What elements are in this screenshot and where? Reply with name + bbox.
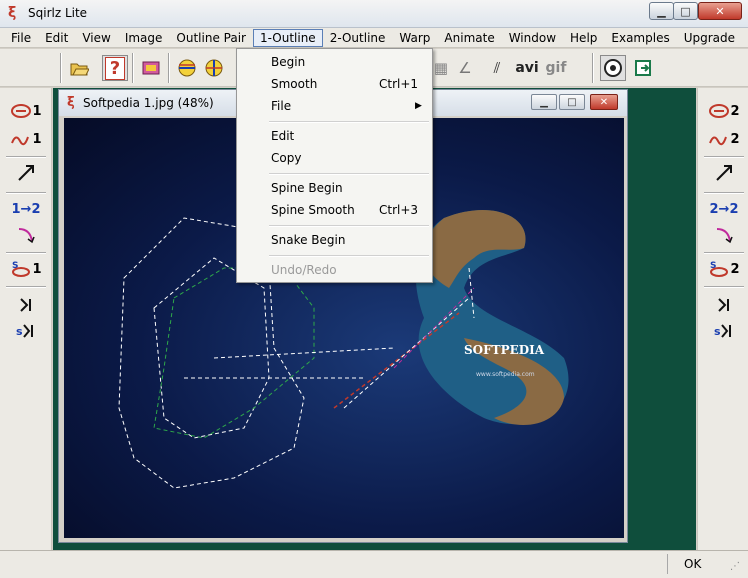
skip-next-icon[interactable] <box>706 294 742 316</box>
transfer-1-2-button[interactable]: 1→2 <box>8 198 44 220</box>
image-close-button[interactable]: ✕ <box>590 94 618 110</box>
image-window-icon: ξ <box>67 95 75 110</box>
sidebar-separator <box>704 252 744 253</box>
snake-2-button[interactable]: S 2 <box>706 258 742 280</box>
title-bar: ξ Sqirlz Lite ▁ □ ✕ <box>0 0 748 28</box>
resize-grip-icon[interactable]: ⋰ <box>730 561 742 573</box>
sidebar-separator <box>704 192 744 193</box>
toolbar-separator <box>60 53 61 83</box>
curve-1-button[interactable]: 1 <box>8 128 44 150</box>
skip-next-icon[interactable] <box>8 294 44 316</box>
menu-item-spine-begin[interactable]: Spine Begin <box>237 177 432 199</box>
menu-item-snake-begin[interactable]: Snake Begin <box>237 229 432 251</box>
snake-1-label: 1 <box>32 261 42 277</box>
menu-animate[interactable]: Animate <box>437 29 501 47</box>
menu-view[interactable]: View <box>75 29 117 47</box>
image-window-title: Softpedia 1.jpg (48%) <box>83 96 214 110</box>
menu-item-undo-redo: Undo/Redo <box>271 263 337 277</box>
app-title: Sqirlz Lite <box>28 6 88 20</box>
open-folder-icon[interactable] <box>66 55 92 81</box>
maximize-button[interactable]: □ <box>673 2 698 20</box>
menu-file[interactable]: File <box>4 29 38 47</box>
app-logo-icon: ξ <box>8 5 17 21</box>
menu-help[interactable]: Help <box>563 29 604 47</box>
transfer-2-2-button[interactable]: 2→2 <box>706 198 742 220</box>
toolbar-separator <box>592 53 593 83</box>
snake-2-label: 2 <box>730 261 740 277</box>
avi-export-button[interactable]: avi <box>514 55 540 81</box>
sidebar-separator <box>6 156 46 157</box>
angle-icon[interactable]: ∠ <box>452 55 478 81</box>
image-url-text: www.softpedia.com <box>476 371 535 378</box>
gif-export-button[interactable]: gif <box>543 55 569 81</box>
outline-2-button[interactable]: 2 <box>706 100 742 122</box>
status-divider <box>667 554 668 574</box>
outline-1-dropdown-menu: Begin Smooth Ctrl+1 File ▶ Edit Copy Spine… <box>236 48 433 283</box>
menu-bar: File Edit View Image Outline Pair 1-Outl… <box>0 28 748 48</box>
curve-1-label: 1 <box>32 131 42 147</box>
menu-item-begin[interactable]: Begin <box>237 51 432 73</box>
sidebar-separator <box>704 156 744 157</box>
curve-arrow-icon[interactable] <box>706 224 742 246</box>
menu-separator <box>269 173 429 174</box>
picture-frame-icon[interactable] <box>138 55 164 81</box>
sidebar-separator <box>704 286 744 287</box>
toolbar-separator <box>168 53 169 83</box>
outline-1-button[interactable]: 1 <box>8 100 44 122</box>
frames-icon[interactable]: ⫽ <box>484 55 510 81</box>
arrow-up-right-icon[interactable] <box>8 162 44 184</box>
right-toolbar: 2 2 2→2 S 2 s <box>697 88 748 550</box>
menu-window[interactable]: Window <box>502 29 563 47</box>
menu-image[interactable]: Image <box>118 29 170 47</box>
outline-1-label: 1 <box>32 103 42 119</box>
toolbar-separator <box>132 53 133 83</box>
skip-spline-icon[interactable]: s <box>706 320 742 342</box>
menu-upgrade[interactable]: Upgrade <box>677 29 742 47</box>
status-text: OK <box>684 557 702 571</box>
menu-item-file[interactable]: File ▶ <box>237 95 432 117</box>
left-toolbar: 1 1 1→2 S 1 s <box>0 88 52 550</box>
menu-outline-pair[interactable]: Outline Pair <box>169 29 253 47</box>
sidebar-separator <box>6 192 46 193</box>
image-maximize-button[interactable]: □ <box>559 94 585 110</box>
status-bar: OK ⋰ <box>0 550 748 578</box>
sidebar-separator <box>6 286 46 287</box>
curve-arrow-icon[interactable] <box>8 224 44 246</box>
menu-2-outline[interactable]: 2-Outline <box>323 29 393 47</box>
svg-text:s: s <box>16 325 23 338</box>
snake-1-button[interactable]: S 1 <box>8 258 44 280</box>
help-icon[interactable]: ? <box>102 55 128 81</box>
menu-edit[interactable]: Edit <box>38 29 75 47</box>
skip-spline-icon[interactable]: s <box>8 320 44 342</box>
outline-2-label: 2 <box>730 103 740 119</box>
menu-item-smooth[interactable]: Smooth Ctrl+1 <box>237 73 432 95</box>
svg-text:s: s <box>714 325 721 338</box>
curve-2-button[interactable]: 2 <box>706 128 742 150</box>
menu-separator <box>269 225 429 226</box>
image-minimize-button[interactable]: ▁ <box>531 94 557 110</box>
menu-examples[interactable]: Examples <box>604 29 676 47</box>
morph-mode-icon[interactable] <box>201 55 227 81</box>
minimize-button[interactable]: ▁ <box>649 2 674 20</box>
menu-item-edit[interactable]: Edit <box>237 125 432 147</box>
close-button[interactable]: ✕ <box>698 2 742 20</box>
warp-mode-icon[interactable] <box>174 55 200 81</box>
curve-2-label: 2 <box>730 131 740 147</box>
watermark-text: SOFTPEDIA <box>464 343 545 357</box>
menu-1-outline[interactable]: 1-Outline <box>252 28 323 47</box>
compass-icon[interactable] <box>600 55 626 81</box>
menu-item-copy[interactable]: Copy <box>237 147 432 169</box>
menu-separator <box>269 121 429 122</box>
submenu-arrow-icon: ▶ <box>415 101 422 111</box>
menu-item-spine-smooth[interactable]: Spine Smooth Ctrl+3 <box>237 199 432 221</box>
arrow-up-right-icon[interactable] <box>706 162 742 184</box>
export-frame-icon[interactable] <box>630 55 656 81</box>
sidebar-separator <box>6 252 46 253</box>
menu-warp[interactable]: Warp <box>392 29 437 47</box>
menu-separator <box>269 255 429 256</box>
